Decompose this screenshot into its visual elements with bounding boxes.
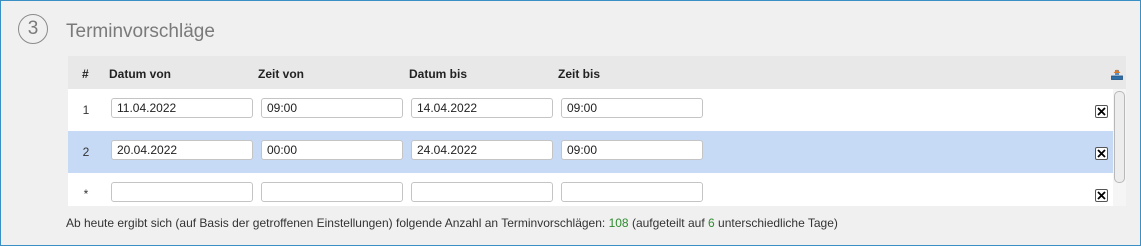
summary-middle: (aufgeteilt auf <box>628 216 708 230</box>
delete-row-button[interactable] <box>1095 147 1108 160</box>
datum-bis-input[interactable] <box>411 182 553 202</box>
row-number: 1 <box>82 103 90 117</box>
row-number: * <box>83 187 89 201</box>
zeit-bis-input[interactable] <box>561 140 703 160</box>
day-count: 6 <box>708 216 715 230</box>
section-frame: 3 Terminvorschläge # Datum von Zeit von … <box>0 0 1141 246</box>
table-row: 1 <box>68 89 1126 131</box>
zeit-von-input[interactable] <box>261 182 403 202</box>
step-number-badge: 3 <box>18 14 48 44</box>
summary-suffix: unterschiedliche Tage) <box>714 216 838 230</box>
zeit-von-input[interactable] <box>261 98 403 118</box>
datum-bis-input[interactable] <box>411 98 553 118</box>
zeit-bis-input[interactable] <box>561 182 703 202</box>
delete-icon <box>1097 191 1106 200</box>
table-row-selected: 2 <box>68 131 1126 173</box>
delete-icon <box>1097 149 1106 158</box>
grid-header: # Datum von Zeit von Datum bis Zeit bis <box>68 56 1126 89</box>
column-header-datum-von: Datum von <box>109 67 172 81</box>
zeit-bis-input[interactable] <box>561 98 703 118</box>
column-header-number: # <box>82 67 89 81</box>
delete-row-button[interactable] <box>1095 105 1108 118</box>
column-header-datum-bis: Datum bis <box>409 67 468 81</box>
proposal-count: 108 <box>608 216 629 230</box>
datum-von-input[interactable] <box>111 182 253 202</box>
delete-icon <box>1097 107 1106 116</box>
summary-prefix: Ab heute ergibt sich (auf Basis der getr… <box>66 216 609 230</box>
vertical-scrollbar[interactable] <box>1113 89 1126 206</box>
row-number: 2 <box>82 145 90 159</box>
table-row-new: * <box>68 173 1126 206</box>
summary-text: Ab heute ergibt sich (auf Basis der getr… <box>66 216 838 230</box>
export-icon[interactable] <box>1111 67 1123 80</box>
delete-row-button[interactable] <box>1095 189 1108 202</box>
appointment-grid: # Datum von Zeit von Datum bis Zeit bis … <box>68 56 1126 206</box>
scrollbar-thumb[interactable] <box>1114 91 1125 183</box>
datum-von-input[interactable] <box>111 98 253 118</box>
section-title: Terminvorschläge <box>66 21 215 42</box>
datum-von-input[interactable] <box>111 140 253 160</box>
zeit-von-input[interactable] <box>261 140 403 160</box>
datum-bis-input[interactable] <box>411 140 553 160</box>
column-header-zeit-von: Zeit von <box>258 67 305 81</box>
column-header-zeit-bis: Zeit bis <box>558 67 601 81</box>
